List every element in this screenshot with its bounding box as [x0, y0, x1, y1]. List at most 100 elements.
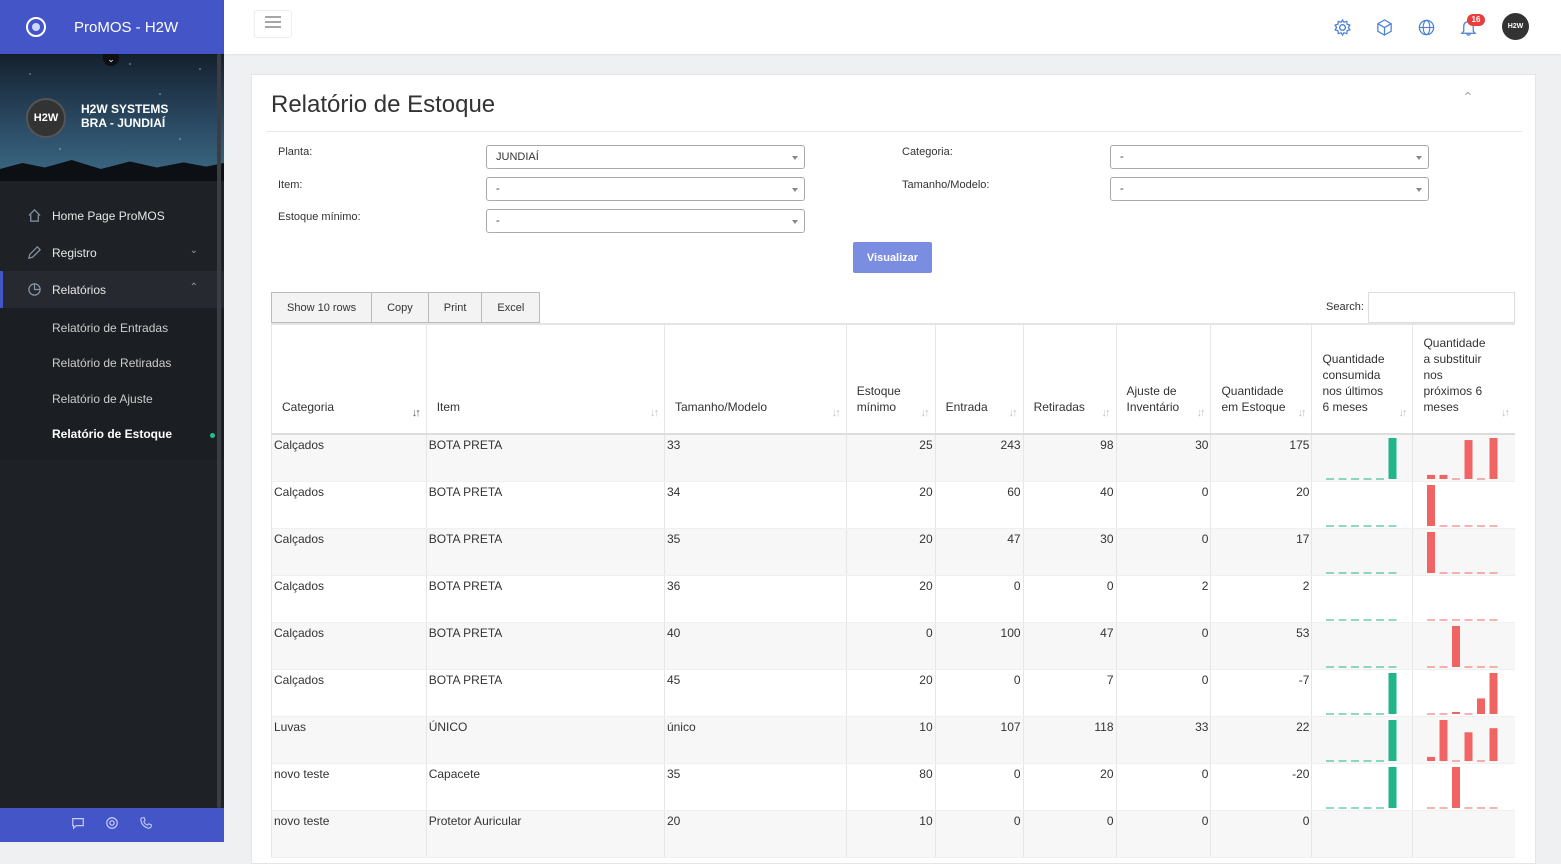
- table-row: Calçados BOTA PRETA 45 20 0 7 0 -7: [271, 669, 1515, 717]
- cell-categoria: novo teste: [271, 810, 427, 858]
- cell-retiradas: 98: [1022, 434, 1117, 482]
- sidebar-subitem-ajuste[interactable]: Relatório de Ajuste: [0, 381, 224, 417]
- cell-retiradas: 40: [1022, 481, 1117, 529]
- item-select[interactable]: -: [486, 177, 805, 201]
- sort-icon: ↓↑: [1398, 407, 1407, 419]
- user-avatar[interactable]: H2W: [1502, 13, 1529, 40]
- brand-header[interactable]: ProMOS - H2W: [0, 0, 224, 54]
- sidebar-item-home[interactable]: Home Page ProMOS: [0, 197, 224, 234]
- column-header-entrada[interactable]: Entrada ↓↑: [934, 323, 1024, 435]
- table-row: novo teste Protetor Auricular 20 10 0 0 0 0: [271, 810, 1515, 858]
- tamanho-select[interactable]: -: [1110, 177, 1429, 201]
- cell-entrada: 0: [934, 575, 1024, 623]
- estoque-minimo-select[interactable]: -: [486, 209, 805, 233]
- column-header-estoque-minimo[interactable]: Estoque mínimo ↓↑: [845, 323, 936, 435]
- column-header-ajuste[interactable]: Ajuste de Inventário ↓↑: [1115, 323, 1211, 435]
- top-navbar: 16 H2W: [224, 0, 1561, 54]
- active-dot: [210, 432, 215, 438]
- column-header-consumida[interactable]: Quantidade consumida nos últimos 6 meses…: [1311, 323, 1413, 435]
- cell-tamanho: único: [663, 716, 847, 764]
- company-name: H2W SYSTEMS: [81, 102, 169, 116]
- sidebar-subitem-estoque[interactable]: Relatório de Estoque: [0, 417, 224, 453]
- spark-bar: [1489, 438, 1498, 479]
- profile-banner: ⌄ H2W H2W SYSTEMS BRA - JUNDIAÍ: [0, 54, 224, 181]
- cell-ajuste: 2: [1115, 575, 1211, 623]
- categoria-select[interactable]: -: [1110, 145, 1429, 169]
- cell-estoque-min: 20: [845, 575, 936, 623]
- sidebar-item-relatorios[interactable]: Relatórios ⌃: [0, 271, 224, 308]
- sparkline-consumo: [1311, 716, 1413, 764]
- excel-button[interactable]: Excel: [481, 292, 541, 323]
- sparkline-substituir: [1412, 669, 1515, 717]
- cell-categoria: Luvas: [271, 716, 427, 764]
- cell-categoria: Calçados: [271, 528, 427, 576]
- column-header-substituir[interactable]: Quantidade a substituir nos próximos 6 m…: [1412, 323, 1515, 435]
- sort-icon: ↓↑: [1008, 407, 1018, 419]
- hamburger-icon: [265, 15, 281, 33]
- spark-bar: [1477, 698, 1486, 714]
- header-label: Quantidade em Estoque: [1221, 384, 1286, 414]
- visualizar-button[interactable]: Visualizar: [853, 242, 932, 273]
- pie-chart-icon: [25, 281, 43, 299]
- settings-icon[interactable]: [1331, 16, 1353, 38]
- print-button[interactable]: Print: [427, 292, 483, 323]
- box-icon[interactable]: [1373, 16, 1395, 38]
- sparkline-substituir: [1412, 528, 1515, 576]
- column-header-item[interactable]: Item ↓↑: [425, 323, 665, 435]
- sidebar-subitem-entradas[interactable]: Relatório de Entradas: [0, 310, 224, 346]
- sort-icon: ↓↑: [649, 407, 659, 419]
- header-label: Entrada: [945, 400, 988, 414]
- support-icon[interactable]: [105, 816, 119, 835]
- cell-estoque-min: 20: [845, 481, 936, 529]
- relatorios-submenu: Relatório de Entradas Relatório de Retir…: [0, 308, 224, 460]
- sparkline-substituir: [1412, 810, 1515, 858]
- cell-retiradas: 0: [1022, 575, 1117, 623]
- notification-badge: 16: [1467, 14, 1485, 26]
- sidebar-item-label: Registro: [52, 245, 97, 260]
- sort-icon: ↓↑: [1196, 407, 1205, 419]
- chat-icon[interactable]: [71, 816, 85, 835]
- cell-qtd: 0: [1210, 810, 1312, 858]
- search-input[interactable]: [1368, 292, 1515, 323]
- cell-item: Protetor Auricular: [425, 810, 665, 858]
- sort-icon: ↓↑: [1101, 407, 1111, 419]
- cell-item: BOTA PRETA: [425, 434, 665, 482]
- show-rows-button[interactable]: Show 10 rows: [271, 292, 373, 323]
- globe-icon[interactable]: [1415, 16, 1437, 38]
- chevron-up-icon[interactable]: ⌃: [1462, 89, 1474, 106]
- planta-select[interactable]: JUNDIAÍ: [486, 145, 805, 169]
- menu-toggle-button[interactable]: [254, 10, 292, 38]
- column-header-tamanho[interactable]: Tamanho/Modelo ↓↑: [663, 323, 847, 435]
- spark-bar: [1388, 720, 1397, 761]
- cell-ajuste: 0: [1115, 810, 1211, 858]
- header-label: Quantidade consumida nos últimos 6 meses: [1322, 352, 1385, 414]
- header-label: Ajuste de Inventário: [1126, 384, 1180, 414]
- column-header-quantidade[interactable]: Quantidade em Estoque ↓↑: [1210, 323, 1312, 435]
- cell-tamanho: 33: [663, 434, 847, 482]
- cell-ajuste: 0: [1115, 669, 1211, 717]
- column-header-retiradas[interactable]: Retiradas ↓↑: [1022, 323, 1117, 435]
- cell-qtd: 175: [1210, 434, 1312, 482]
- copy-button[interactable]: Copy: [371, 292, 429, 323]
- cell-categoria: Calçados: [271, 622, 427, 670]
- cell-ajuste: 0: [1115, 481, 1211, 529]
- cell-ajuste: 0: [1115, 622, 1211, 670]
- phone-icon[interactable]: [139, 816, 153, 835]
- cell-ajuste: 33: [1115, 716, 1211, 764]
- spark-bar: [1427, 485, 1436, 526]
- company-info: H2W SYSTEMS BRA - JUNDIAÍ: [81, 102, 168, 130]
- cell-entrada: 100: [934, 622, 1024, 670]
- column-header-categoria[interactable]: Categoria ↓↑: [271, 323, 427, 435]
- cell-item: BOTA PRETA: [425, 622, 665, 670]
- cell-entrada: 47: [934, 528, 1024, 576]
- cell-categoria: Calçados: [271, 434, 427, 482]
- cell-categoria: Calçados: [271, 575, 427, 623]
- cell-entrada: 243: [934, 434, 1024, 482]
- sidebar-item-registro[interactable]: Registro ⌄: [0, 234, 224, 271]
- table-row: Calçados BOTA PRETA 35 20 47 30 0 17: [271, 528, 1515, 576]
- sidebar-scrollbar[interactable]: [217, 54, 221, 808]
- chevron-down-icon: ⌄: [189, 245, 198, 256]
- cell-retiradas: 118: [1022, 716, 1117, 764]
- spark-bar: [1388, 438, 1397, 479]
- sidebar-subitem-retiradas[interactable]: Relatório de Retiradas: [0, 346, 224, 382]
